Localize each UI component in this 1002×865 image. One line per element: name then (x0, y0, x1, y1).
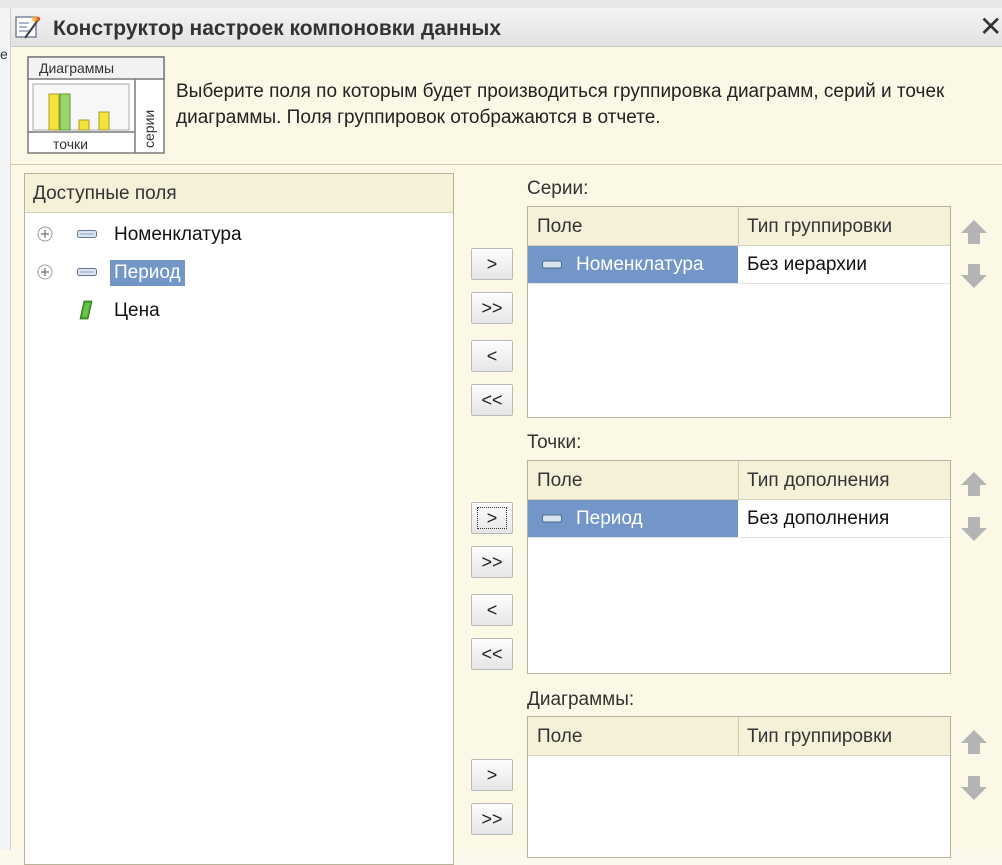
series-row[interactable]: Номенклатура Без иерархии (528, 246, 950, 284)
background-toolbar-strip (0, 0, 1002, 8)
column-separator (738, 717, 739, 755)
dimension-field-icon (542, 260, 562, 269)
points-remove-button[interactable]: < (471, 594, 513, 626)
charts-col-field[interactable]: Поле (537, 726, 582, 748)
tree-item-label-selected[interactable]: Период (110, 260, 185, 286)
points-add-button-label[interactable]: > (477, 507, 507, 529)
tree-item-nomenclature[interactable]: Номенклатура (25, 218, 453, 250)
points-row-field: Период (576, 508, 643, 529)
wizard-hint-text: Выберите поля по которым будет производи… (176, 81, 945, 128)
wizard-header: Диаграммы точки серии Выберите поля по к… (11, 47, 1002, 165)
background-main-window-edge: е (0, 8, 11, 850)
resource-field-icon (79, 300, 93, 320)
points-row-type: Без дополнения (747, 508, 890, 529)
wizard-icon (15, 15, 41, 39)
tree-item-price[interactable]: Цена (25, 294, 453, 326)
tree-item-label[interactable]: Цена (110, 298, 164, 324)
chart-layout-illustration: Диаграммы точки серии (27, 56, 165, 154)
points-row-field-cell[interactable]: Период (528, 500, 738, 537)
points-section-label: Точки: (527, 432, 582, 453)
background-edge-text: е (0, 46, 8, 62)
series-remove-all-button[interactable]: << (471, 384, 513, 416)
charts-grid[interactable]: Поле Тип группировки (527, 716, 951, 858)
charts-move-down-icon[interactable] (959, 774, 989, 802)
series-row-field-cell[interactable]: Номенклатура (528, 246, 738, 283)
points-row-type-cell[interactable]: Без дополнения (739, 500, 950, 537)
series-grid[interactable]: Поле Тип группировки Номенклатура Без ие… (527, 206, 951, 418)
charts-add-all-button[interactable]: >> (471, 803, 513, 835)
points-col-type[interactable]: Тип дополнения (747, 470, 890, 492)
dimension-field-icon (77, 230, 97, 238)
dimension-field-icon (77, 268, 97, 276)
points-row[interactable]: Период Без дополнения (528, 500, 950, 538)
available-fields-panel[interactable]: Доступные поля Номенклатура Период Цена (24, 173, 454, 865)
illustration-side-label: серии (141, 110, 157, 148)
series-section-label: Серии: (527, 178, 589, 199)
charts-col-type[interactable]: Тип группировки (747, 726, 892, 748)
constructor-dialog: Конструктор настроек компоновки данных ✕… (11, 8, 1002, 865)
series-col-field[interactable]: Поле (537, 216, 582, 238)
series-col-type[interactable]: Тип группировки (747, 216, 892, 238)
column-separator (738, 461, 739, 499)
series-add-all-button[interactable]: >> (471, 292, 513, 324)
illustration-bottom-label: точки (53, 136, 88, 152)
points-remove-all-button[interactable]: << (471, 638, 513, 670)
series-row-type-cell[interactable]: Без иерархии (739, 246, 950, 283)
charts-add-button[interactable]: > (471, 759, 513, 791)
charts-move-up-icon[interactable] (959, 728, 989, 756)
tree-item-label[interactable]: Номенклатура (110, 222, 246, 248)
series-grid-header: Поле Тип группировки (528, 207, 950, 246)
points-grid-header: Поле Тип дополнения (528, 461, 950, 500)
charts-section-label: Диаграммы: (527, 689, 635, 710)
expand-icon[interactable] (37, 226, 53, 242)
tree-item-period[interactable]: Период (25, 256, 453, 288)
series-move-up-icon[interactable] (959, 218, 989, 246)
dimension-field-icon (542, 514, 562, 523)
expand-icon[interactable] (37, 264, 53, 280)
points-move-down-icon[interactable] (959, 515, 989, 543)
points-add-button[interactable]: > (471, 502, 513, 534)
column-separator (738, 207, 739, 245)
dialog-title: Конструктор настроек компоновки данных (53, 17, 502, 40)
series-row-type: Без иерархии (747, 254, 868, 275)
points-col-field[interactable]: Поле (537, 470, 582, 492)
points-add-all-button[interactable]: >> (471, 546, 513, 578)
illustration-title: Диаграммы (39, 60, 114, 76)
charts-grid-header: Поле Тип группировки (528, 717, 950, 756)
title-bar: Конструктор настроек компоновки данных ✕ (11, 8, 1002, 47)
series-remove-button[interactable]: < (471, 340, 513, 372)
series-add-button[interactable]: > (471, 248, 513, 280)
series-row-field: Номенклатура (576, 254, 704, 275)
points-move-up-icon[interactable] (959, 470, 989, 498)
available-fields-title: Доступные поля (33, 183, 177, 204)
available-fields-header: Доступные поля (25, 174, 453, 213)
close-button[interactable]: ✕ (979, 12, 1002, 42)
points-grid[interactable]: Поле Тип дополнения Период Без дополнени… (527, 460, 951, 674)
series-move-down-icon[interactable] (959, 262, 989, 290)
